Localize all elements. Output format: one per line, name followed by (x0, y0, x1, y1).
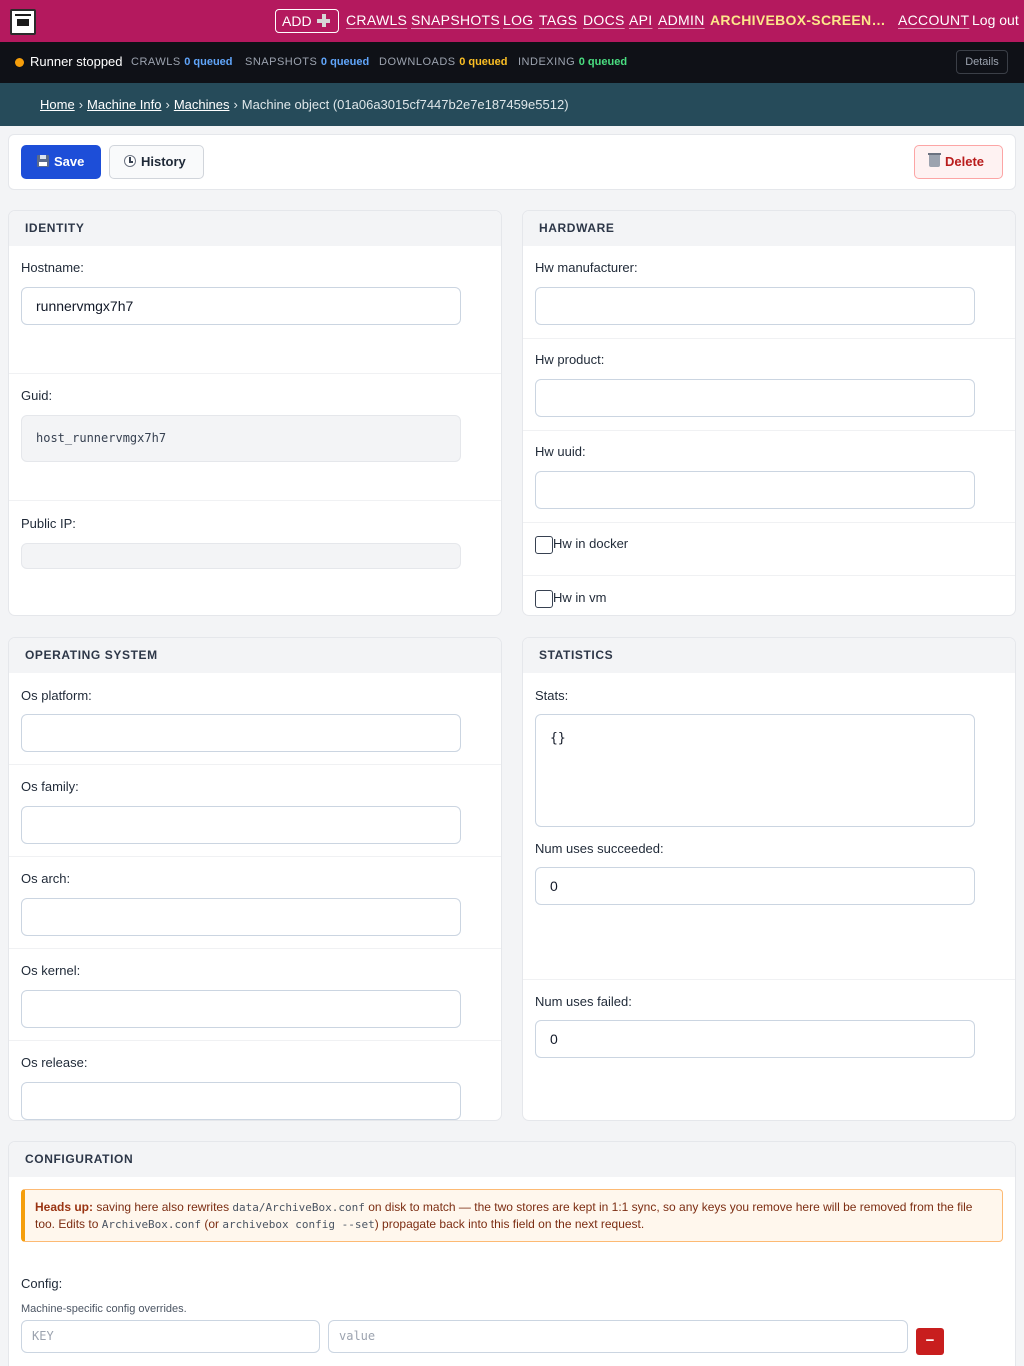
plus-icon (316, 14, 330, 27)
nav-account[interactable]: ACCOUNT (898, 12, 969, 28)
breadcrumb: Home › Machine Info › Machines › Machine objec… (40, 97, 569, 112)
row-divider (9, 500, 501, 501)
hw-in-docker-checkbox[interactable] (535, 536, 553, 554)
queue-snapshots: SNAPSHOTS 0 queued (245, 56, 370, 68)
runner-status-dot-icon (15, 58, 24, 67)
row-divider (523, 430, 1015, 431)
row-divider (523, 575, 1015, 576)
num-uses-succeeded-label: Num uses succeeded: (535, 841, 664, 856)
runner-status: Runner stopped (30, 54, 123, 69)
stats-label: Stats: (535, 688, 569, 703)
nav-admin[interactable]: ADMIN (658, 12, 705, 28)
os-family-input[interactable] (21, 806, 461, 844)
trash-icon (928, 153, 941, 167)
breadcrumb-machines[interactable]: Machines (174, 97, 230, 112)
config-value-input[interactable]: value (328, 1320, 908, 1353)
row-divider (9, 856, 501, 857)
row-divider (523, 338, 1015, 339)
breadcrumb-current: Machine object (01a06a3015cf7447b2e7e187… (241, 97, 569, 112)
identity-title: IDENTITY (9, 211, 501, 246)
add-label: ADD (282, 13, 312, 29)
archivebox-logo-icon[interactable] (10, 9, 36, 35)
os-title: OPERATING SYSTEM (9, 638, 501, 673)
queue-indexing: INDEXING 0 queued (518, 56, 628, 68)
os-release-input[interactable] (21, 1082, 461, 1120)
os-arch-label: Os arch: (21, 871, 71, 886)
row-divider (523, 522, 1015, 523)
public-ip-label: Public IP: (21, 516, 76, 531)
hardware-title: HARDWARE (523, 211, 1015, 246)
delete-button[interactable]: Delete (914, 145, 1003, 179)
num-uses-succeeded-input[interactable]: 0 (535, 867, 975, 905)
history-button[interactable]: History (109, 145, 204, 179)
queue-downloads: DOWNLOADS 0 queued (379, 56, 508, 68)
hw-manufacturer-label: Hw manufacturer: (535, 260, 638, 275)
add-button[interactable]: ADD (275, 9, 339, 33)
os-arch-input[interactable] (21, 898, 461, 936)
os-kernel-input[interactable] (21, 990, 461, 1028)
hw-manufacturer-input[interactable] (535, 287, 975, 325)
hw-product-label: Hw product: (535, 352, 605, 367)
os-platform-label: Os platform: (21, 688, 92, 703)
details-button[interactable]: Details (956, 50, 1008, 74)
hostname-label: Hostname: (21, 260, 84, 275)
num-uses-failed-label: Num uses failed: (535, 994, 632, 1009)
os-family-label: Os family: (21, 779, 79, 794)
config-help-text: Machine-specific config overrides. (21, 1303, 187, 1315)
os-platform-input[interactable] (21, 714, 461, 752)
public-ip-value (21, 543, 461, 569)
clock-icon (124, 155, 136, 167)
hw-in-vm-checkbox[interactable] (535, 590, 553, 608)
row-divider (523, 979, 1015, 980)
num-uses-failed-input[interactable]: 0 (535, 1020, 975, 1058)
os-release-label: Os release: (21, 1055, 88, 1070)
nav-log[interactable]: LOG (503, 12, 533, 28)
hw-in-vm-label: Hw in vm (553, 590, 607, 605)
save-button[interactable]: Save (21, 145, 101, 179)
breadcrumb-home[interactable]: Home (40, 97, 75, 112)
hw-in-docker-label: Hw in docker (553, 536, 629, 551)
row-divider (9, 373, 501, 374)
hw-uuid-label: Hw uuid: (535, 444, 586, 459)
queue-crawls: CRAWLS 0 queued (131, 56, 233, 68)
floppy-disk-icon (37, 155, 49, 167)
hw-uuid-input[interactable] (535, 471, 975, 509)
guid-value: host_runnervmgx7h7 (21, 415, 461, 462)
statistics-title: STATISTICS (523, 638, 1015, 673)
config-key-input[interactable]: KEY (21, 1320, 320, 1353)
row-divider (9, 948, 501, 949)
row-divider (9, 1040, 501, 1041)
nav-tags[interactable]: TAGS (539, 12, 577, 28)
guid-label: Guid: (21, 388, 53, 403)
remove-config-row-button[interactable]: − (916, 1328, 944, 1355)
os-panel: OPERATING SYSTEM (8, 637, 502, 1121)
nav-docs[interactable]: DOCS (583, 12, 625, 28)
nav-crawls[interactable]: CRAWLS (346, 12, 407, 28)
nav-api[interactable]: API (629, 12, 652, 28)
stats-textarea[interactable]: {} (535, 714, 975, 827)
config-label: Config: (21, 1276, 63, 1291)
nav-snapshots[interactable]: SNAPSHOTS (411, 12, 500, 28)
breadcrumb-machine-info[interactable]: Machine Info (87, 97, 161, 112)
hostname-input[interactable]: runnervmgx7h7 (21, 287, 461, 325)
os-kernel-label: Os kernel: (21, 963, 81, 978)
row-divider (9, 764, 501, 765)
configuration-title: CONFIGURATION (9, 1142, 1015, 1177)
sync-warning-notice: Heads up: saving here also rewrites data… (21, 1189, 1003, 1242)
site-name-link[interactable]: ARCHIVEBOX-SCREENS... (710, 12, 890, 28)
hw-product-input[interactable] (535, 379, 975, 417)
logout-link[interactable]: Log out (972, 12, 1019, 28)
